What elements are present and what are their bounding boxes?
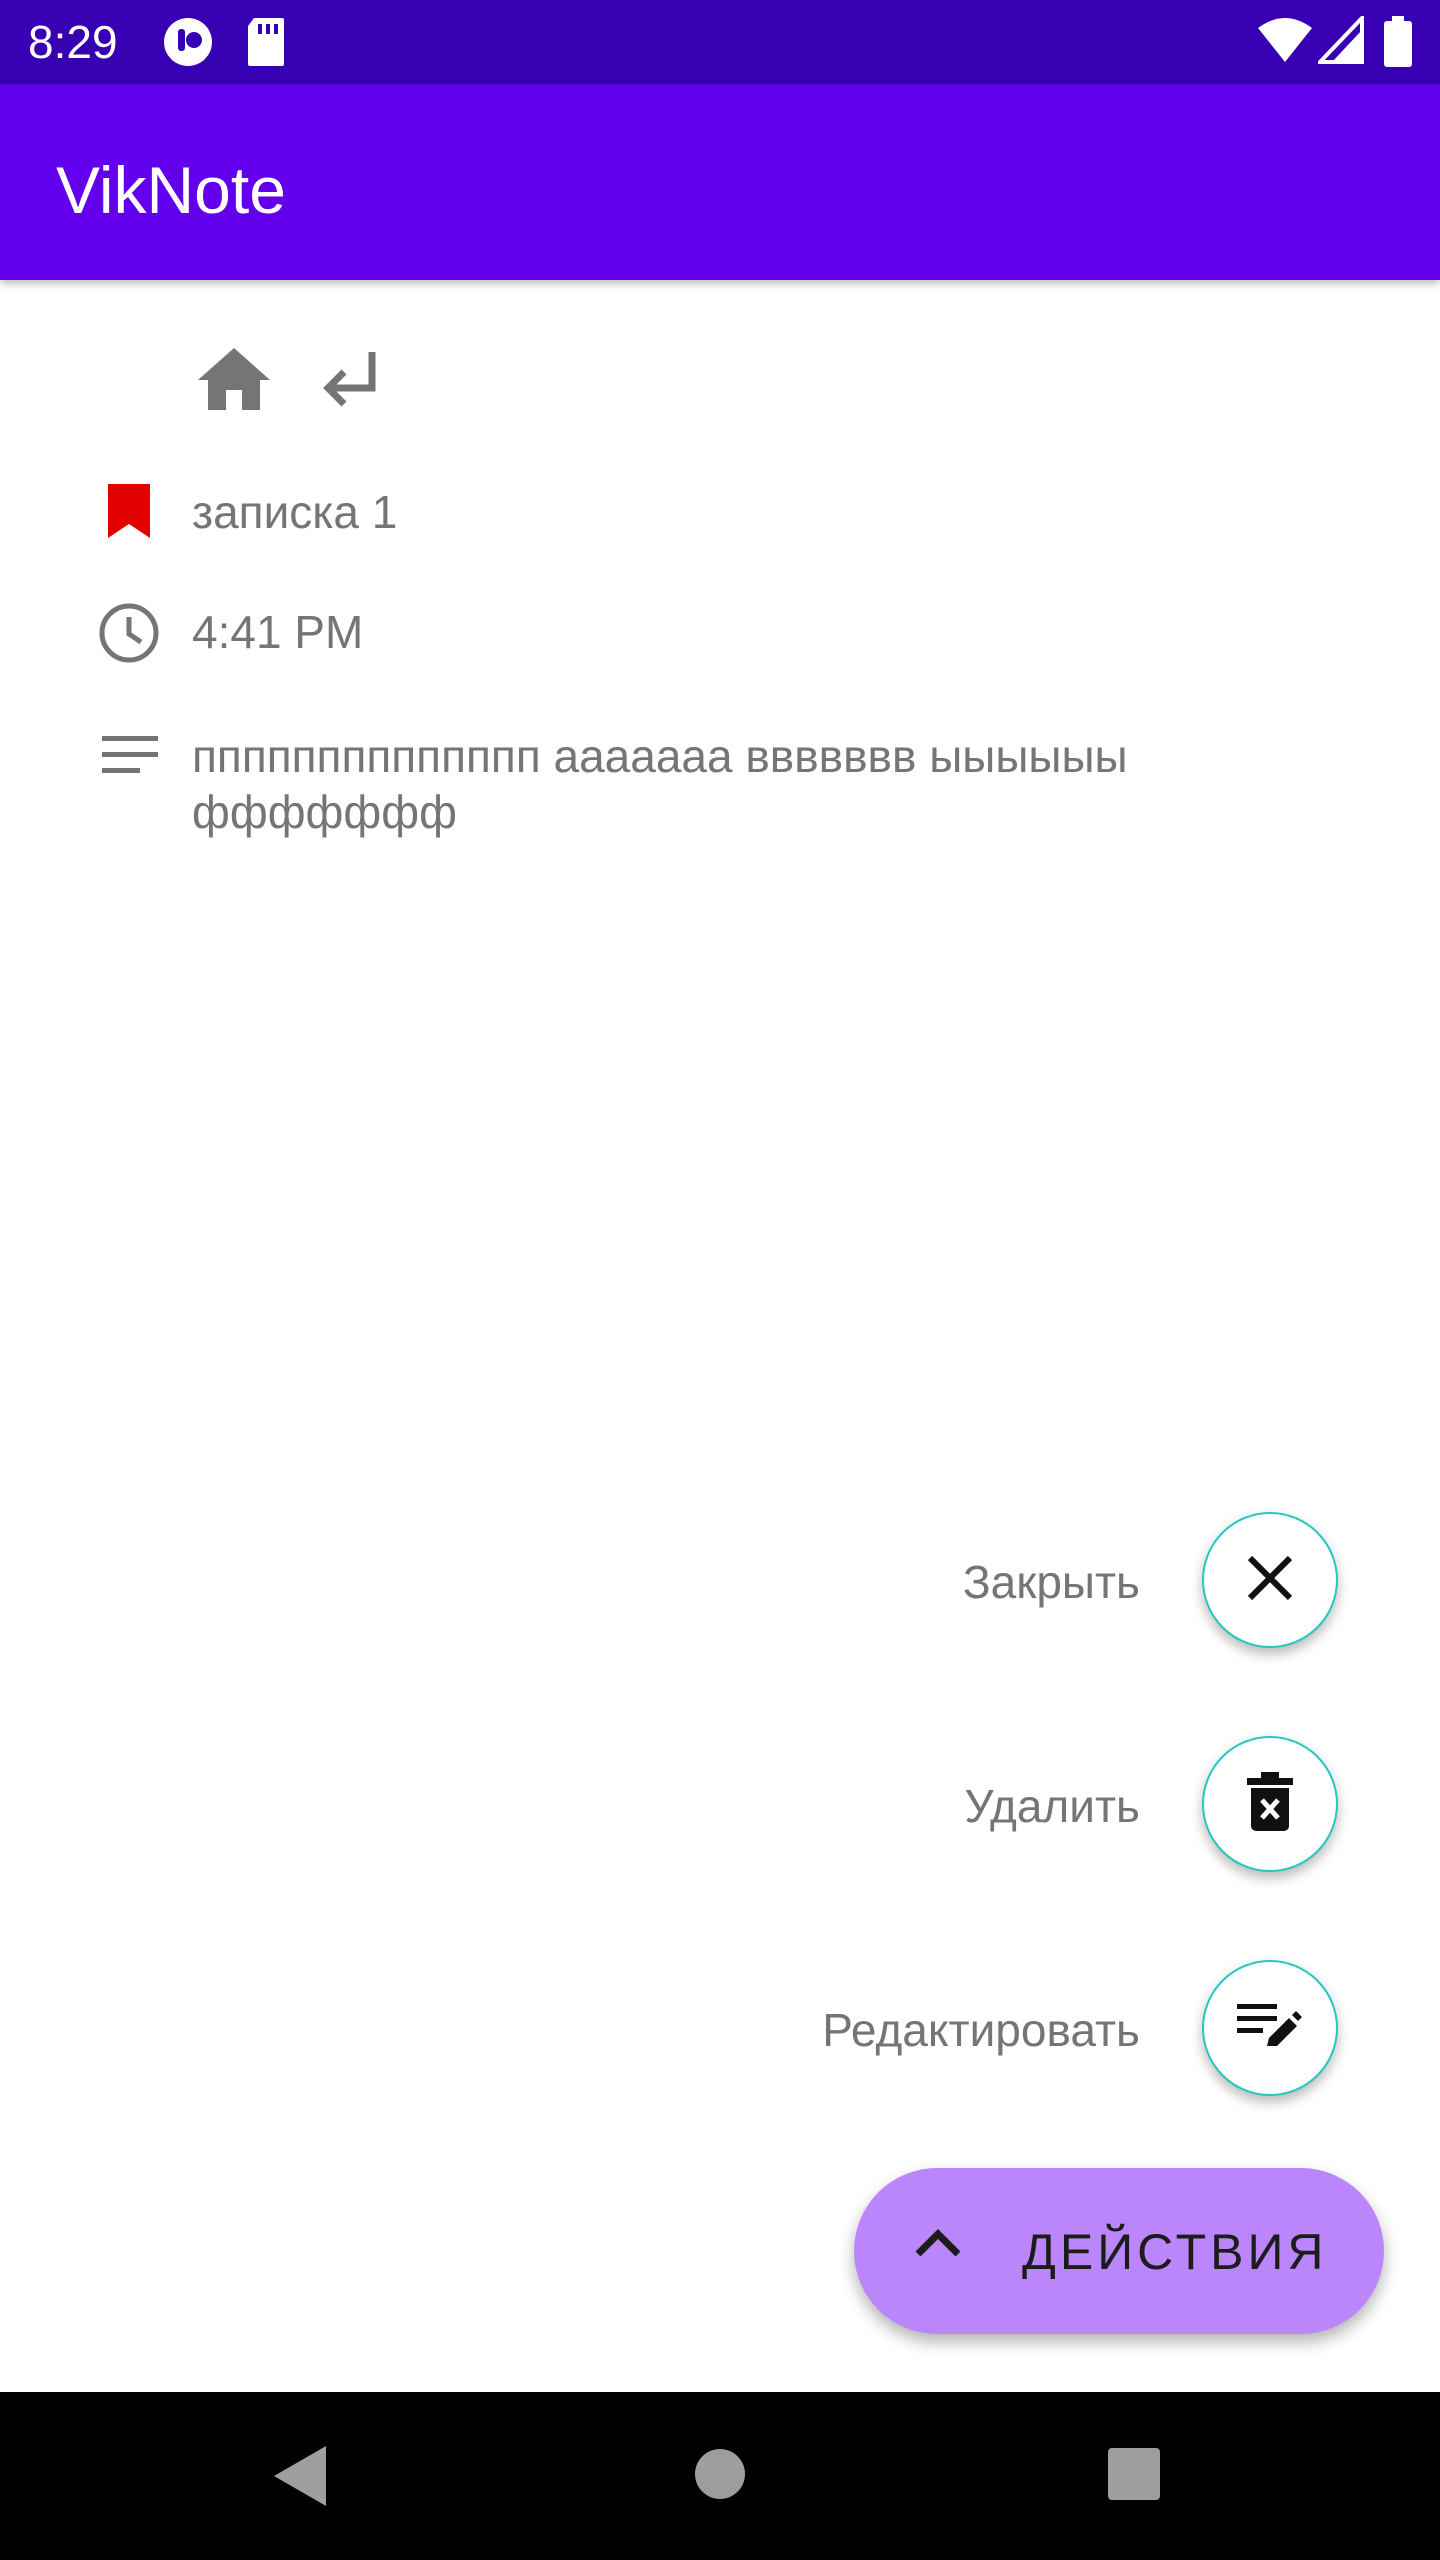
- status-bar: 8:29: [0, 0, 1440, 84]
- delete-label: Удалить: [964, 1780, 1140, 1832]
- clock-icon: [98, 602, 160, 669]
- close-label: Закрыть: [962, 1556, 1140, 1608]
- app-bar: VikNote: [0, 84, 1440, 280]
- back-icon[interactable]: [270, 2444, 330, 2513]
- note-body: пппппппппппппп ааааааа ввввввв ыыыыыы фф…: [192, 730, 1128, 838]
- edit-button[interactable]: [1202, 1960, 1338, 2096]
- close-button[interactable]: [1202, 1512, 1338, 1648]
- sd-card-icon: [246, 16, 286, 73]
- note-time: 4:41 PM: [192, 606, 364, 658]
- media-icon: [162, 16, 214, 73]
- actions-fab[interactable]: ДЕЙСТВИЯ: [854, 2168, 1384, 2334]
- recents-icon[interactable]: [1108, 2448, 1160, 2505]
- edit-label: Редактировать: [822, 2004, 1140, 2056]
- app-title: VikNote: [56, 153, 286, 227]
- delete-icon: [1247, 1771, 1293, 1837]
- return-icon[interactable]: [318, 348, 382, 417]
- battery-icon: [1384, 16, 1412, 73]
- chevron-up-icon: [914, 2226, 962, 2263]
- status-time: 8:29: [28, 16, 118, 68]
- delete-button[interactable]: [1202, 1736, 1338, 1872]
- home-icon[interactable]: [196, 346, 272, 417]
- wifi-icon: [1256, 16, 1314, 69]
- edit-note-icon: [1237, 2000, 1303, 2057]
- signal-icon: [1315, 13, 1364, 69]
- bookmark-icon: [106, 482, 152, 545]
- system-nav-bar: [0, 2392, 1440, 2560]
- notes-lines-icon: [102, 736, 158, 779]
- close-icon: [1244, 1552, 1296, 1609]
- actions-fab-label: ДЕЙСТВИЯ: [1022, 2224, 1328, 2280]
- note-title: записка 1: [192, 486, 398, 538]
- home-circle-icon[interactable]: [694, 2448, 746, 2505]
